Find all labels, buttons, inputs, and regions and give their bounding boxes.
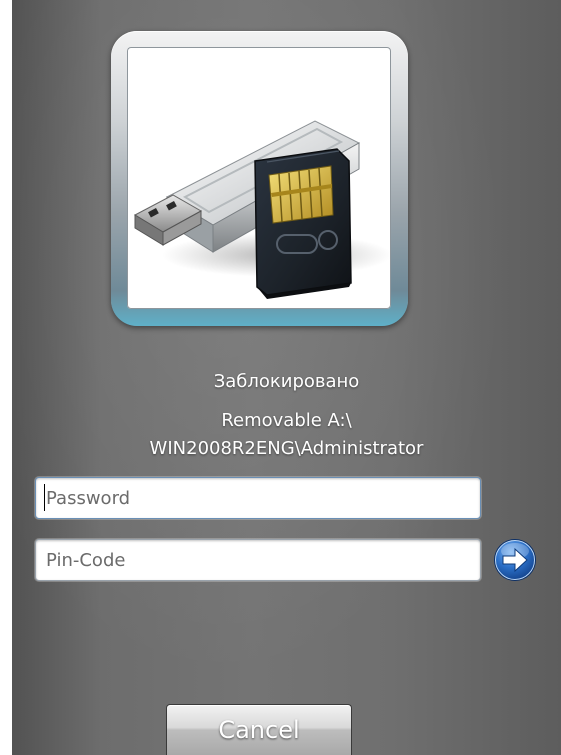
text-caret <box>44 484 45 511</box>
usb-flash-drive-and-sd-card-icon <box>133 120 391 299</box>
cancel-button[interactable]: Cancel <box>166 704 352 755</box>
submit-button[interactable] <box>493 538 537 582</box>
window-left-edge <box>0 0 12 755</box>
user-tile <box>127 47 391 309</box>
pin-code-input[interactable] <box>35 539 481 581</box>
user-account-line-2: WIN2008R2ENG\Administrator <box>149 438 424 459</box>
password-input[interactable] <box>35 477 481 519</box>
arrow-right-icon <box>494 539 536 581</box>
locked-status-label: Заблокировано <box>213 371 360 392</box>
user-account-line-1: Removable A:\ <box>221 410 352 431</box>
